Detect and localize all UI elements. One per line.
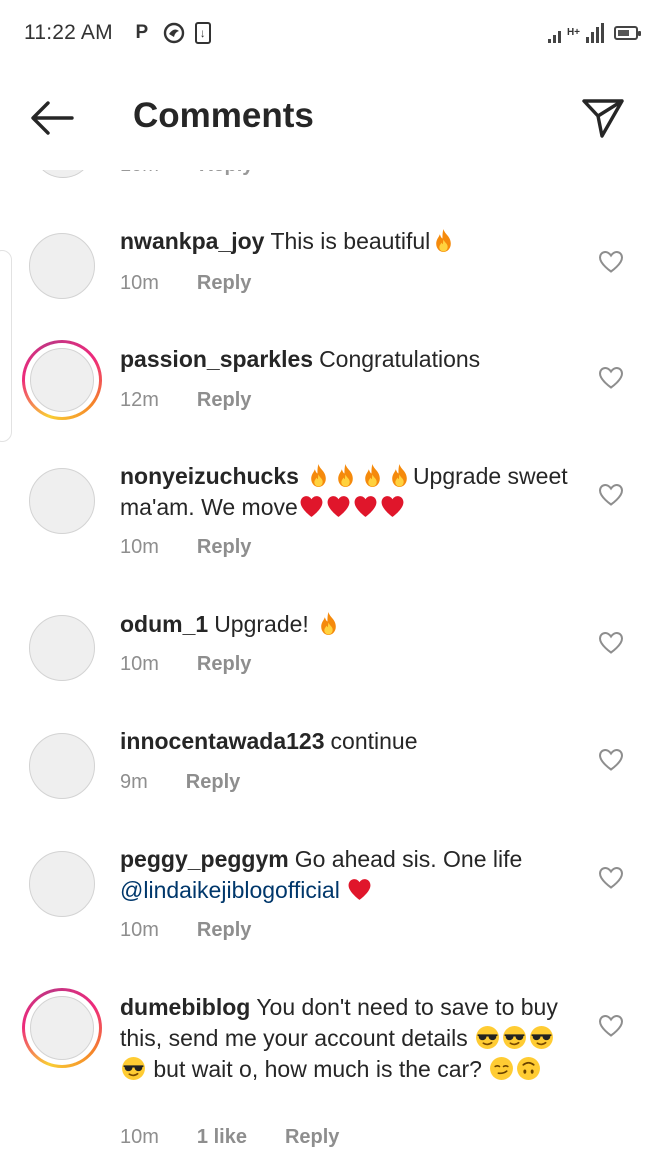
notification-icons: P ↓ <box>131 21 211 45</box>
avatar[interactable] <box>28 232 96 300</box>
sunglasses-face-emoji-icon <box>502 1025 527 1050</box>
comment-meta: 10m Reply <box>120 653 251 676</box>
comment-time: 10m <box>120 653 159 675</box>
comment-message: Congratulations <box>319 346 481 372</box>
comment-meta: 12m Reply <box>120 389 251 412</box>
fire-emoji-icon <box>333 463 358 488</box>
fire-emoji-icon <box>306 463 331 488</box>
comment-time: 10m <box>120 919 159 941</box>
comment-meta: 10m Reply <box>120 919 251 942</box>
parking-icon: P <box>135 22 149 43</box>
red-heart-emoji-icon <box>380 494 405 519</box>
like-heart-icon[interactable] <box>598 250 624 274</box>
paper-plane-icon <box>582 99 624 138</box>
wifi-signal-icon <box>547 23 561 43</box>
comment-message: Go ahead sis. One life <box>294 846 523 872</box>
reply-button[interactable]: Reply <box>285 1126 339 1149</box>
avatar[interactable] <box>28 850 96 918</box>
reply-button[interactable]: Reply <box>197 272 251 295</box>
like-heart-icon[interactable] <box>598 483 624 507</box>
comment-message-continued: but wait o, how much is the car? <box>153 1056 482 1082</box>
fire-emoji-icon <box>316 611 341 636</box>
side-drawer-handle[interactable] <box>0 250 12 442</box>
comment-username[interactable]: innocentawada123 <box>120 728 325 754</box>
smirk-face-emoji-icon <box>489 1056 514 1081</box>
battery-icon <box>614 26 641 40</box>
comment-text: passion_sparkles Congratulations <box>120 344 575 375</box>
upside-down-face-emoji-icon <box>516 1056 541 1081</box>
fire-emoji-icon <box>431 228 456 253</box>
comment-text: innocentawada123 continue <box>120 726 575 757</box>
comment-message: Upgrade! <box>214 611 309 637</box>
like-heart-icon[interactable] <box>598 366 624 390</box>
comment-text: dumebiblog You don't need to save to buy … <box>120 992 575 1085</box>
share-button[interactable] <box>580 94 626 140</box>
bird-app-icon <box>163 21 185 45</box>
comment-text: odum_1 Upgrade! <box>120 609 575 640</box>
system-icons: H+ <box>547 23 641 43</box>
reply-button[interactable]: Reply <box>197 536 251 559</box>
comment-text: peggy_peggym Go ahead sis. One life @lind… <box>120 844 575 906</box>
comment-username[interactable]: dumebiblog <box>120 994 250 1020</box>
like-heart-icon[interactable] <box>598 1014 624 1038</box>
comment-meta: 10m Reply <box>120 536 251 559</box>
reply-button[interactable]: Reply <box>197 919 251 942</box>
reply-button[interactable]: Reply <box>186 771 240 794</box>
comment-meta: 10m Reply <box>120 272 251 295</box>
red-heart-emoji-icon <box>326 494 351 519</box>
avatar[interactable] <box>28 732 96 800</box>
comment-message: continue <box>330 728 418 754</box>
red-heart-emoji-icon <box>353 494 378 519</box>
download-icon: ↓ <box>194 22 211 44</box>
comment-text: nwankpa_joy This is beautiful <box>120 226 575 257</box>
red-heart-emoji-icon <box>347 877 372 902</box>
page-title: Comments <box>133 96 314 135</box>
cell-signal-icon <box>586 23 604 43</box>
sunglasses-face-emoji-icon <box>121 1056 146 1081</box>
comment-text: nonyeizuchucks Upgrade sweet ma'am. We mo… <box>120 461 575 523</box>
comment-username[interactable]: passion_sparkles <box>120 346 313 372</box>
fire-emoji-icon <box>387 463 412 488</box>
reply-button[interactable]: Reply <box>197 653 251 676</box>
status-time: 11:22 AM <box>24 21 113 44</box>
fire-emoji-icon <box>360 463 385 488</box>
comment-username[interactable]: odum_1 <box>120 611 208 637</box>
comment-meta: 10m 1 like Reply <box>120 1126 339 1149</box>
arrow-left-icon <box>31 101 74 135</box>
sunglasses-face-emoji-icon <box>475 1025 500 1050</box>
comment-meta: 9m Reply <box>120 771 240 794</box>
back-button[interactable] <box>28 96 76 140</box>
comment-time: 10m <box>120 272 159 294</box>
mention-link[interactable]: @lindaikejiblogofficial <box>120 877 340 903</box>
reply-button[interactable]: Reply <box>197 389 251 412</box>
comment-time: 9m <box>120 771 148 793</box>
comment-username[interactable]: nwankpa_joy <box>120 228 264 254</box>
avatar-story-ring[interactable] <box>22 340 102 420</box>
like-heart-icon[interactable] <box>598 631 624 655</box>
avatar[interactable] <box>28 614 96 682</box>
comment-time: 10m <box>120 1126 159 1148</box>
comment-time: 12m <box>120 389 159 411</box>
like-heart-icon[interactable] <box>598 748 624 772</box>
status-bar: 11:22 AM P ↓ H+ <box>0 0 662 66</box>
avatar-story-ring[interactable] <box>22 988 102 1068</box>
network-type-label: H+ <box>566 27 580 38</box>
comment-username[interactable]: peggy_peggym <box>120 846 289 872</box>
comments-header: Comments <box>0 66 662 170</box>
like-heart-icon[interactable] <box>598 866 624 890</box>
avatar[interactable] <box>28 467 96 535</box>
comment-message: This is beautiful <box>270 228 431 254</box>
comment-username[interactable]: nonyeizuchucks <box>120 463 299 489</box>
red-heart-emoji-icon <box>299 494 324 519</box>
comment-time: 10m <box>120 536 159 558</box>
sunglasses-face-emoji-icon <box>529 1025 554 1050</box>
likes-count[interactable]: 1 like <box>197 1126 247 1149</box>
